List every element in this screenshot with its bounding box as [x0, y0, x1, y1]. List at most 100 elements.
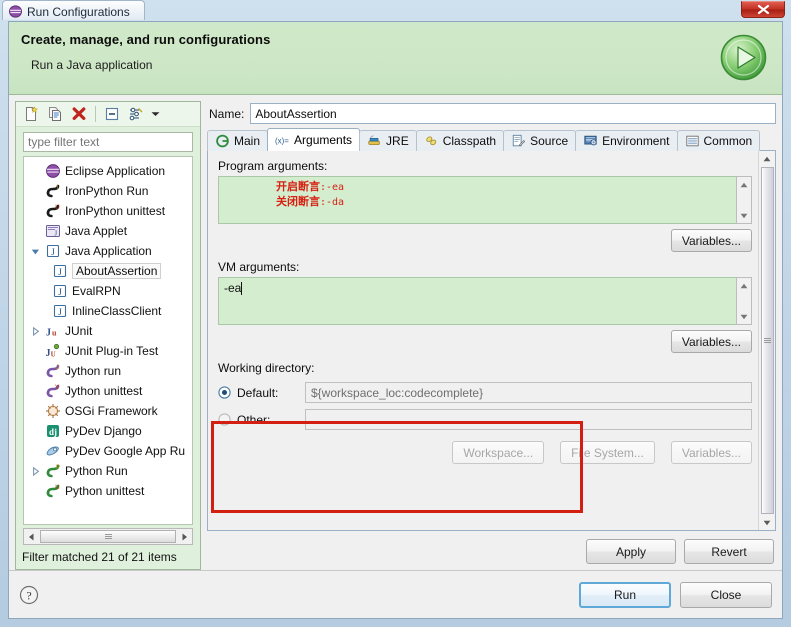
tab-environment[interactable]: Environment [575, 130, 678, 151]
tab-jre[interactable]: JRE [359, 130, 417, 151]
scroll-down-icon[interactable] [737, 209, 751, 222]
help-icon[interactable]: ? [19, 585, 39, 605]
working-directory-label: Working directory: [218, 361, 315, 375]
configuration-name-input[interactable] [250, 103, 776, 124]
default-radio[interactable] [218, 386, 231, 399]
vm-variables-button[interactable]: Variables... [670, 330, 752, 353]
scroll-up-icon[interactable] [737, 178, 751, 191]
tree-item-label: AboutAssertion [72, 263, 162, 279]
twisty-placeholder [30, 486, 41, 497]
svg-text:J: J [46, 328, 51, 339]
program-arguments-input[interactable]: 开启断言:-ea 关闭断言:-da [218, 176, 736, 224]
tree-item-jython-unittest[interactable]: V Jython unittest [24, 381, 192, 401]
tree-item-jython-run[interactable]: J Jython run [24, 361, 192, 381]
run-button[interactable]: Run [579, 581, 671, 608]
tree-item-osgi-framework[interactable]: OSGi Framework [24, 401, 192, 421]
tree-item-label: Jython unittest [65, 384, 143, 398]
tree-item-java-application[interactable]: J Java Application [24, 241, 192, 261]
tree-item-pydev-django[interactable]: dj PyDev Django [24, 421, 192, 441]
twisty-collapsed-icon[interactable] [30, 326, 41, 337]
tree-item-junit[interactable]: Ju JUnit [24, 321, 192, 341]
tree-item-junit-plug-in-test[interactable]: J U JUnit Plug-in Test [24, 341, 192, 361]
twisty-placeholder [30, 206, 41, 217]
filter-button[interactable] [125, 104, 147, 124]
java-applet-icon: J [45, 223, 61, 239]
program-variables-button[interactable]: Variables... [670, 229, 752, 252]
jre-tab-icon [367, 134, 382, 148]
java-application-icon: J [45, 243, 61, 259]
tree-item-ironpython-unittest[interactable]: U IronPython unittest [24, 201, 192, 221]
tab-label: JRE [386, 134, 409, 148]
twisty-expanded-icon[interactable] [30, 246, 41, 257]
default-radio-label: Default: [237, 385, 279, 400]
tab-classpath[interactable]: Classpath [415, 130, 505, 151]
grip-icon [104, 534, 112, 539]
vm-arguments-scrollbar[interactable] [736, 277, 752, 325]
tree-hscroll-thumb[interactable] [40, 530, 176, 543]
workspace-button[interactable]: Workspace... [452, 441, 545, 464]
main-tab-icon [215, 134, 230, 148]
panel-vertical-scrollbar[interactable] [758, 151, 775, 530]
other-radio[interactable] [218, 413, 231, 426]
vm-arguments-input[interactable]: -ea [218, 277, 736, 325]
ironpython-run-icon: I [45, 183, 61, 199]
program-arguments-scrollbar[interactable] [736, 176, 752, 224]
tree-item-label: IronPython Run [65, 184, 149, 198]
toolbar-separator [95, 106, 96, 122]
search-input[interactable] [23, 132, 193, 152]
tab-main[interactable]: Main [207, 130, 269, 151]
duplicate-configuration-button[interactable] [44, 104, 66, 124]
file-system-button[interactable]: File System... [560, 441, 655, 464]
tree-toolbar [16, 102, 200, 127]
classpath-tab-icon [424, 134, 439, 148]
tree-item-python-run[interactable]: P Python Run [24, 461, 192, 481]
scroll-up-icon[interactable] [737, 279, 751, 292]
scroll-right-icon[interactable] [177, 529, 192, 544]
vscroll-thumb[interactable] [760, 167, 774, 514]
working-dir-variables-button[interactable]: Variables... [670, 441, 752, 464]
chevron-down-icon[interactable] [149, 104, 162, 124]
configurations-tree[interactable]: Eclipse Application I IronPython Run U IronP… [23, 156, 193, 525]
scroll-down-icon[interactable] [737, 310, 751, 323]
run-play-icon [719, 33, 768, 82]
eclipse-round-icon [45, 163, 61, 179]
apply-button[interactable]: Apply [586, 539, 676, 564]
window-title-text: Run Configurations [27, 4, 130, 19]
tree-item-java-applet[interactable]: J Java Applet [24, 221, 192, 241]
tree-item-aboutassertion[interactable]: J AboutAssertion [24, 261, 192, 281]
tab-label: Environment [602, 134, 670, 148]
tree-item-python-unittest[interactable]: U Python unittest [24, 481, 192, 501]
jython-unittest-icon: V [45, 383, 61, 399]
twisty-placeholder [30, 166, 41, 177]
tree-horizontal-scrollbar[interactable] [23, 528, 193, 545]
other-directory-input[interactable] [305, 409, 752, 430]
svg-text:U: U [55, 485, 59, 491]
tab-arguments[interactable]: (x)= Arguments [267, 128, 361, 151]
tree-item-eclipse-application[interactable]: Eclipse Application [24, 161, 192, 181]
other-radio-label: Other: [237, 412, 271, 427]
eclipse-icon [9, 5, 22, 18]
vscroll-track[interactable] [760, 166, 775, 515]
twisty-collapsed-icon[interactable] [30, 466, 41, 477]
close-button[interactable]: Close [680, 581, 772, 608]
grip-icon [763, 338, 771, 343]
configuration-editor: Name: Main (x)= Arguments JRE Classpath Sourc… [207, 101, 776, 570]
tree-item-label: Python Run [65, 464, 128, 478]
revert-button[interactable]: Revert [684, 539, 774, 564]
new-configuration-button[interactable] [20, 104, 42, 124]
svg-text:u: u [52, 329, 57, 338]
delete-configuration-button[interactable] [68, 104, 90, 124]
scroll-left-icon[interactable] [24, 529, 39, 544]
collapse-all-button[interactable] [101, 104, 123, 124]
java-launch-icon: J [52, 283, 68, 299]
tab-source[interactable]: Source [503, 130, 577, 151]
tab-common[interactable]: Common [676, 130, 761, 151]
tree-item-ironpython-run[interactable]: I IronPython Run [24, 181, 192, 201]
scroll-down-icon[interactable] [760, 515, 775, 530]
close-icon[interactable] [741, 1, 785, 18]
text-caret [241, 282, 243, 295]
scroll-up-icon[interactable] [760, 151, 775, 166]
tree-item-evalrpn[interactable]: J EvalRPN [24, 281, 192, 301]
tree-item-inlineclassclient[interactable]: J InlineClassClient [24, 301, 192, 321]
tree-item-pydev-google-app-ru[interactable]: PyDev Google App Ru [24, 441, 192, 461]
